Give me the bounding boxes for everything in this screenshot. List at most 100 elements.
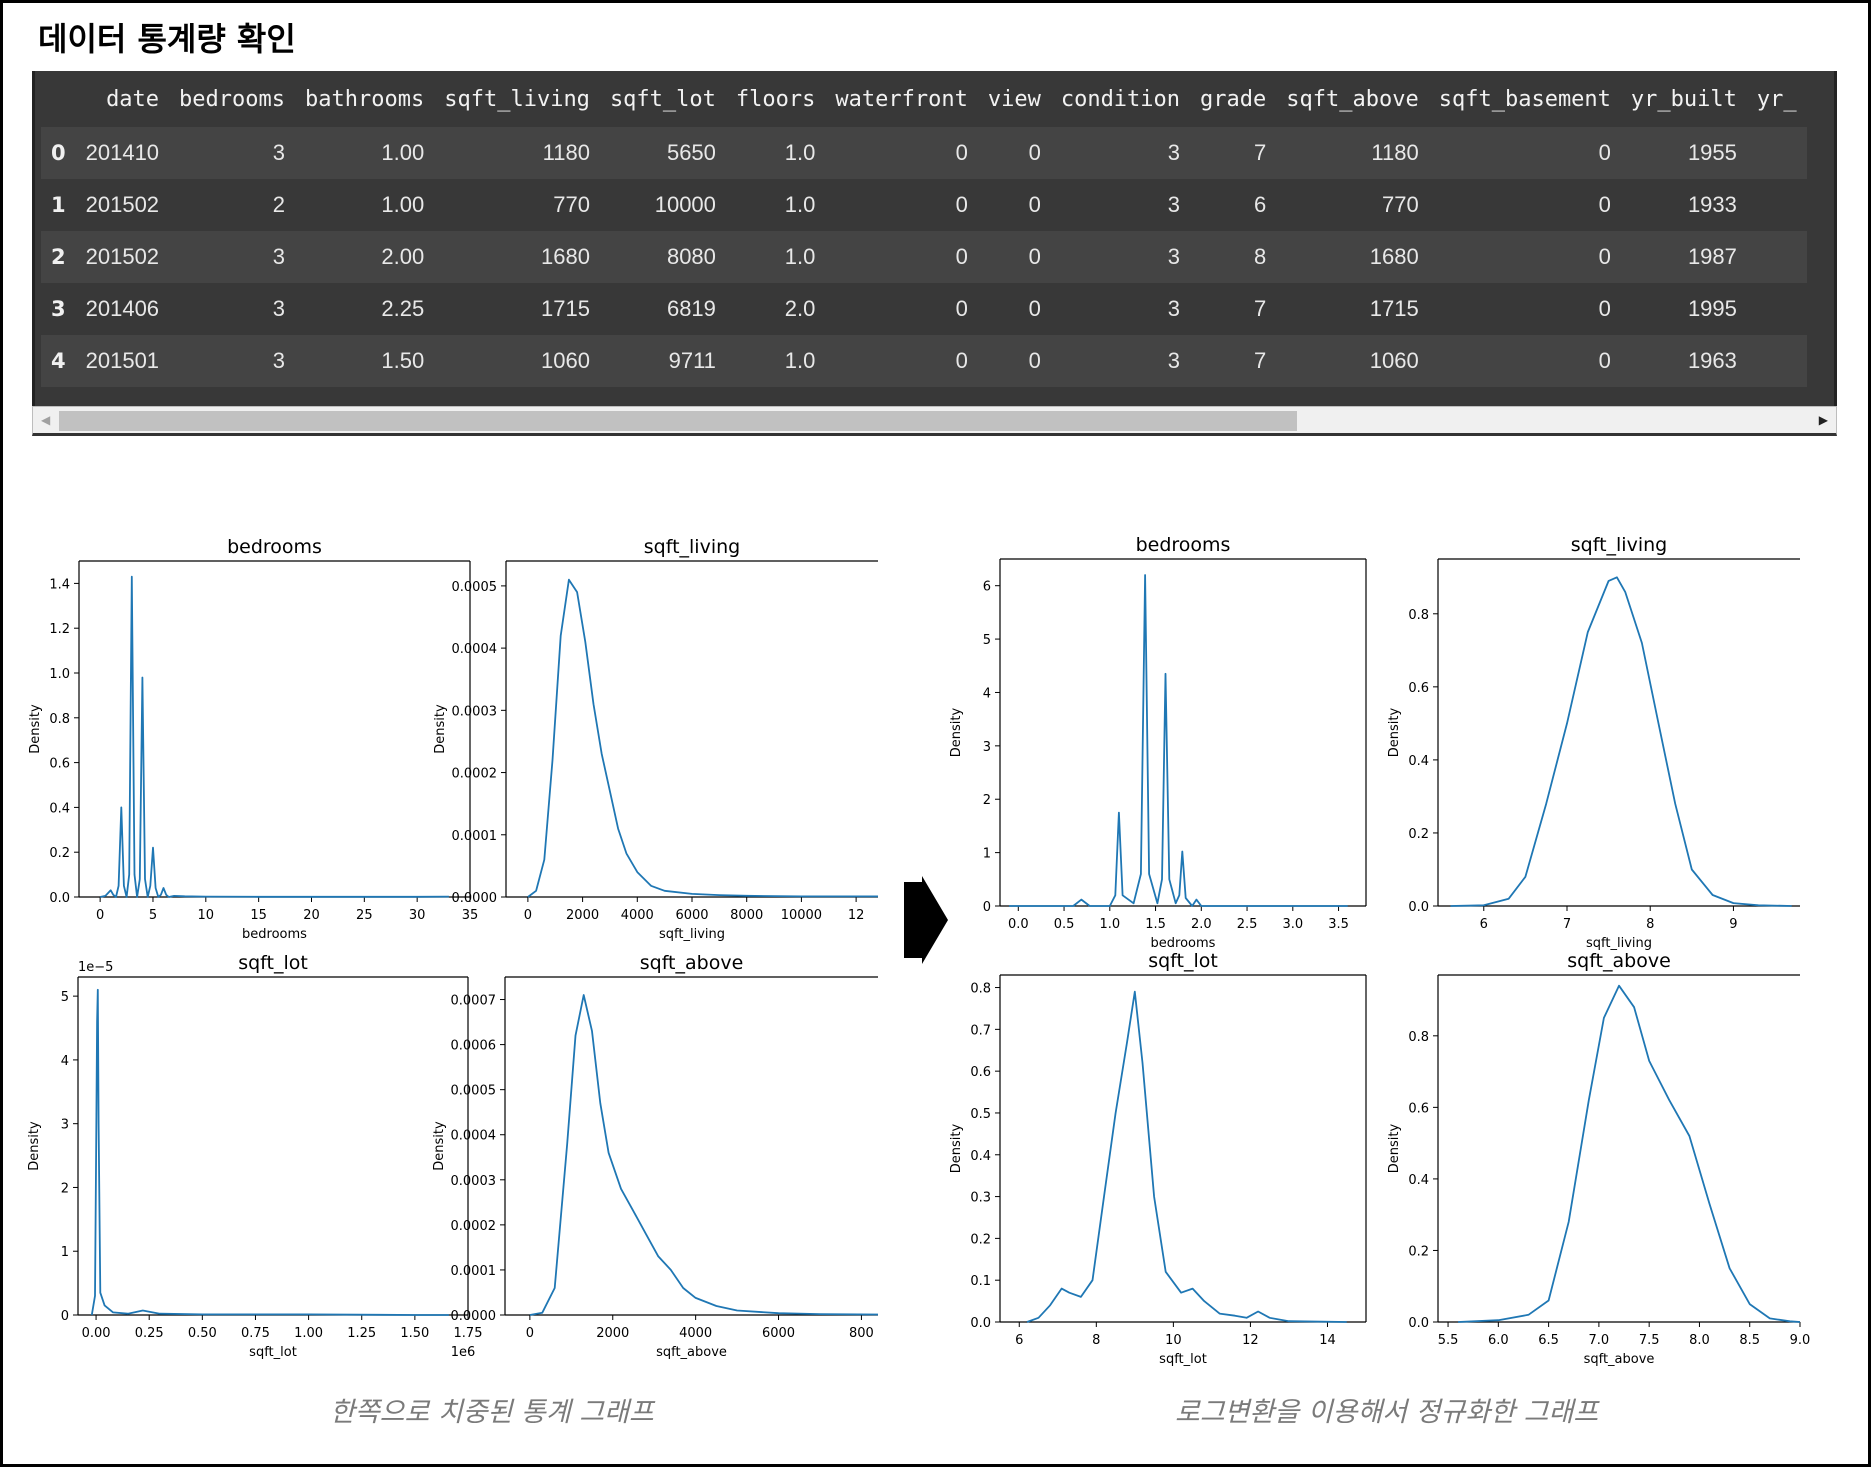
x-tick-label: 12: [848, 908, 865, 923]
density-line: [1009, 574, 1348, 907]
y-tick-label: 2: [61, 1181, 69, 1196]
y-tick-label: 0.8: [49, 712, 70, 727]
y-tick-label: 0: [61, 1309, 69, 1324]
y-tick-label: 0.3: [970, 1191, 991, 1206]
y-tick-label: 5: [61, 990, 69, 1005]
y-tick-label: 0.0005: [451, 1084, 497, 1099]
chart-title: sqft_lot: [1148, 950, 1218, 972]
y-tick-label: 0.0000: [451, 1309, 497, 1324]
chart-title: sqft_living: [644, 536, 740, 558]
y-tick-label: 0.7: [970, 1023, 991, 1038]
y-tick-label: 1.0: [49, 667, 70, 682]
x-axis-label: sqft_above: [1584, 1352, 1655, 1367]
x-tick-label: 7.5: [1639, 1333, 1660, 1348]
x-tick-label: 8: [1092, 1333, 1100, 1348]
x-axis-label: sqft_living: [659, 927, 725, 942]
y-tick-label: 0.8: [1408, 1030, 1429, 1045]
density-line: [1026, 990, 1347, 1323]
x-axis-label: bedrooms: [242, 927, 307, 942]
y-tick-label: 0.0003: [451, 1174, 497, 1189]
y-tick-label: 0.5: [970, 1107, 991, 1122]
x-tick-label: 7.0: [1589, 1333, 1610, 1348]
x-tick-label: 0: [96, 908, 104, 923]
x-tick-label: 5: [149, 908, 157, 923]
density-line: [527, 578, 878, 898]
y-tick-label: 0.0002: [452, 767, 498, 782]
x-tick-label: 3.5: [1328, 917, 1349, 932]
density-line: [529, 994, 879, 1316]
y-tick-label: 4: [61, 1054, 69, 1069]
density-charts: bedrooms0 5 10 15 20 25 30 350.00.20.40.60.81.0…: [27, 534, 1811, 1367]
x-tick-label: 800: [849, 1326, 874, 1341]
y-tick-label: 0.8: [970, 982, 991, 997]
x-tick-label: 2.5: [1237, 917, 1258, 932]
y-axis-label: Density: [28, 704, 43, 754]
x-tick-label: 25: [356, 908, 373, 923]
x-tick-label: 1.00: [294, 1326, 323, 1341]
y-tick-label: 0.4: [970, 1149, 991, 1164]
y-offset-label: 1e−5: [78, 960, 113, 975]
density-line: [1450, 576, 1792, 907]
x-tick-label: 10: [1165, 1333, 1182, 1348]
y-tick-label: 0.0: [1408, 900, 1429, 915]
x-tick-label: 5.5: [1438, 1333, 1459, 1348]
y-tick-label: 1.2: [49, 622, 70, 637]
y-tick-label: 0.6: [1408, 681, 1429, 696]
x-tick-label: 0.75: [241, 1326, 270, 1341]
y-tick-label: 0.6: [49, 757, 70, 772]
x-tick-label: 0.0: [1008, 917, 1029, 932]
y-tick-label: 0.8: [1408, 608, 1429, 623]
y-tick-label: 0.6: [1408, 1101, 1429, 1116]
y-tick-label: 0.4: [1408, 1173, 1429, 1188]
y-tick-label: 5: [983, 633, 991, 648]
density-line: [1458, 984, 1801, 1323]
x-tick-label: 9.0: [1790, 1333, 1811, 1348]
x-tick-label: 6000: [675, 908, 708, 923]
density-line: [90, 988, 449, 1316]
y-axis-label: Density: [949, 707, 964, 757]
y-tick-label: 1.4: [49, 577, 70, 592]
x-tick-label: 1.25: [347, 1326, 376, 1341]
x-tick-label: 20: [303, 908, 320, 923]
x-tick-label: 6: [1480, 917, 1488, 932]
y-tick-label: 0.2: [1408, 1244, 1429, 1259]
y-tick-label: 1: [61, 1245, 69, 1260]
y-tick-label: 0.0005: [452, 580, 498, 595]
x-tick-label: 1.0: [1099, 917, 1120, 932]
chart-title: bedrooms: [1136, 534, 1231, 556]
x-axis-label: sqft_lot: [1159, 1352, 1207, 1367]
chart-title: sqft_above: [1567, 950, 1671, 972]
y-tick-label: 0.0: [970, 1316, 991, 1331]
x-tick-label: 12: [1242, 1333, 1259, 1348]
x-tick-label: 0.5: [1054, 917, 1075, 932]
y-tick-label: 0.0001: [451, 1264, 497, 1279]
y-tick-label: 0.0001: [452, 829, 498, 844]
x-tick-label: 0: [526, 1326, 534, 1341]
y-tick-label: 0.0002: [451, 1219, 497, 1234]
y-tick-label: 0: [983, 900, 991, 915]
y-tick-label: 3: [983, 740, 991, 755]
x-tick-label: 3.0: [1282, 917, 1303, 932]
y-tick-label: 0.0: [1408, 1316, 1429, 1331]
x-tick-label: 30: [409, 908, 426, 923]
density-line: [99, 575, 449, 898]
y-axis-label: Density: [1387, 707, 1402, 757]
y-tick-label: 3: [61, 1118, 69, 1133]
caption-right: 로그변환을 이용해서 정규화한 그래프: [1175, 1397, 1599, 1428]
x-tick-label: 1.50: [400, 1326, 429, 1341]
x-offset-label: 1e6: [451, 1345, 476, 1360]
x-tick-label: 0.00: [82, 1326, 111, 1341]
x-tick-label: 8: [1646, 917, 1654, 932]
chart-title: sqft_living: [1571, 534, 1667, 556]
x-tick-label: 6: [1015, 1333, 1023, 1348]
y-tick-label: 1: [983, 847, 991, 862]
y-tick-label: 4: [983, 686, 991, 701]
y-tick-label: 0.0007: [451, 994, 497, 1009]
x-tick-label: 0: [524, 908, 532, 923]
x-tick-label: 0.50: [188, 1326, 217, 1341]
x-tick-label: 2000: [596, 1326, 629, 1341]
x-tick-label: 8.5: [1739, 1333, 1760, 1348]
x-tick-label: 4000: [679, 1326, 712, 1341]
x-tick-label: 6000: [762, 1326, 795, 1341]
y-tick-label: 0.2: [49, 846, 70, 861]
